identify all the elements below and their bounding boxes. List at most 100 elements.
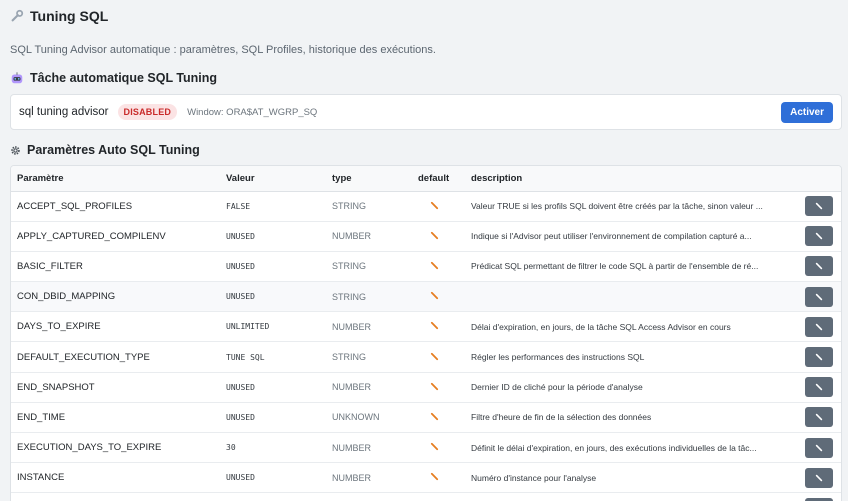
column-header-actions <box>799 166 841 192</box>
param-name: INSTANCE <box>17 472 65 484</box>
column-header-default[interactable]: default <box>412 166 465 192</box>
param-type: NUMBER <box>332 442 372 453</box>
edit-button[interactable] <box>805 316 833 337</box>
params-section-title: Paramètres Auto SQL Tuning <box>10 143 200 157</box>
table-row: EXECUTION_DAYS_TO_EXPIRE 30 NUMBER Définit … <box>11 433 841 463</box>
edit-button[interactable] <box>805 196 833 217</box>
pencil-icon <box>430 442 439 451</box>
row-actions <box>799 342 841 372</box>
column-header-type[interactable]: type <box>326 166 412 192</box>
param-description: Valeur TRUE si les profils SQL doivent ê… <box>471 201 763 212</box>
edit-button[interactable] <box>805 467 833 488</box>
param-value: UNUSED <box>226 382 255 392</box>
param-description: Dernier ID de cliché pour la période d'a… <box>471 382 643 393</box>
table-header-row: Paramètre Valeur type default descriptio… <box>11 166 841 192</box>
param-type: UNKNOWN <box>332 412 380 423</box>
param-type: STRING <box>332 201 367 212</box>
param-default <box>412 402 465 432</box>
param-value: UNUSED <box>226 473 255 483</box>
params-section-title-text: Paramètres Auto SQL Tuning <box>27 143 200 157</box>
pencil-icon <box>430 322 439 330</box>
task-window: Window: ORA$AT_WGRP_SQ <box>187 106 318 118</box>
param-value: TUNE SQL <box>226 352 265 362</box>
param-default <box>412 372 465 402</box>
param-type: STRING <box>332 352 367 363</box>
table-row: BASIC_FILTER UNUSED STRING Prédicat SQL per… <box>11 251 841 282</box>
activate-button[interactable]: Activer <box>781 101 833 123</box>
param-value: UNUSED <box>226 292 255 302</box>
param-value: FALSE <box>226 201 251 211</box>
param-default <box>412 312 465 342</box>
edit-button[interactable] <box>805 437 833 458</box>
edit-icon <box>815 263 823 270</box>
column-header-value[interactable]: Valeur <box>220 166 326 192</box>
task-section-title-text: Tâche automatique SQL Tuning <box>30 71 218 85</box>
param-default <box>412 342 465 372</box>
edit-icon <box>815 323 823 331</box>
param-name: END_TIME <box>17 411 66 423</box>
param-type: STRING <box>332 261 367 272</box>
row-actions <box>799 463 841 493</box>
edit-icon <box>815 353 823 361</box>
task-card: sql tuning advisor DISABLED Window: ORA$… <box>10 94 842 130</box>
task-section-title: Tâche automatique SQL Tuning <box>10 71 217 85</box>
table-row: END_SNAPSHOT UNUSED NUMBER Dernier ID de cl… <box>11 372 841 403</box>
row-actions <box>799 251 841 281</box>
param-name: DEFAULT_EXECUTION_TYPE <box>17 351 150 363</box>
param-description <box>465 282 799 312</box>
edit-icon <box>815 384 823 391</box>
param-description: Délai d'expiration, en jours, de la tâch… <box>471 321 731 332</box>
task-name: sql tuning advisor <box>19 106 109 118</box>
param-type: NUMBER <box>332 231 372 242</box>
edit-icon <box>815 233 823 240</box>
edit-button[interactable] <box>805 256 833 277</box>
param-description: Définit le délai d'expiration, en jours,… <box>471 442 757 453</box>
edit-button[interactable] <box>805 286 833 307</box>
row-actions <box>799 433 841 463</box>
params-table: Paramètre Valeur type default descriptio… <box>10 165 842 501</box>
param-value: UNLIMITED <box>226 322 270 332</box>
table-row: ACCEPT_SQL_PROFILES FALSE STRING Valeur TRU… <box>11 191 841 222</box>
table-row: DEFAULT_EXECUTION_TYPE TUNE SQL STRING Régl… <box>11 342 841 373</box>
edit-button[interactable] <box>805 407 833 428</box>
table-row: END_TIME UNUSED UNKNOWN Filtre d'heure de f… <box>11 402 841 433</box>
column-header-param[interactable]: Paramètre <box>11 166 220 192</box>
row-actions <box>799 402 841 432</box>
param-description: Prédicat SQL permettant de filtrer le co… <box>471 261 759 272</box>
edit-button[interactable] <box>805 226 833 247</box>
edit-button[interactable] <box>805 377 833 398</box>
param-type: STRING <box>332 291 367 302</box>
param-name: EXECUTION_DAYS_TO_EXPIRE <box>17 442 162 454</box>
param-description <box>465 493 799 501</box>
param-value: UNUSED <box>226 412 255 422</box>
param-value: UNUSED <box>226 231 255 241</box>
param-name: APPLY_CAPTURED_COMPILENV <box>17 230 166 242</box>
robot-icon <box>11 72 23 84</box>
param-value: 30 <box>226 443 236 453</box>
param-default <box>412 221 465 251</box>
wrench-icon <box>11 9 24 22</box>
status-badge: DISABLED <box>117 104 178 120</box>
column-header-description[interactable]: description <box>465 166 799 192</box>
page-subtitle: SQL Tuning Advisor automatique : paramèt… <box>10 44 436 56</box>
edit-button[interactable] <box>805 347 833 368</box>
table-row: APPLY_CAPTURED_COMPILENV UNUSED NUMBER Indi… <box>11 221 841 252</box>
param-type: NUMBER <box>332 382 372 393</box>
param-type: NUMBER <box>332 472 372 483</box>
param-type: NUMBER <box>332 321 372 332</box>
pencil-icon <box>430 352 439 360</box>
param-default <box>412 433 465 463</box>
gear-icon <box>11 145 20 155</box>
table-row: INSTANCE UNUSED NUMBER Numéro d'instance po… <box>11 463 841 493</box>
param-default <box>412 251 465 281</box>
edit-icon <box>815 293 823 300</box>
param-name: BASIC_FILTER <box>17 260 83 272</box>
table-row: CON_DBID_MAPPING UNUSED STRING <box>11 281 841 312</box>
row-actions <box>799 312 841 342</box>
pencil-icon <box>430 473 439 481</box>
edit-icon <box>815 414 823 421</box>
edit-icon <box>815 474 823 481</box>
param-value <box>220 493 326 501</box>
param-default <box>412 493 465 501</box>
row-actions <box>799 221 841 251</box>
